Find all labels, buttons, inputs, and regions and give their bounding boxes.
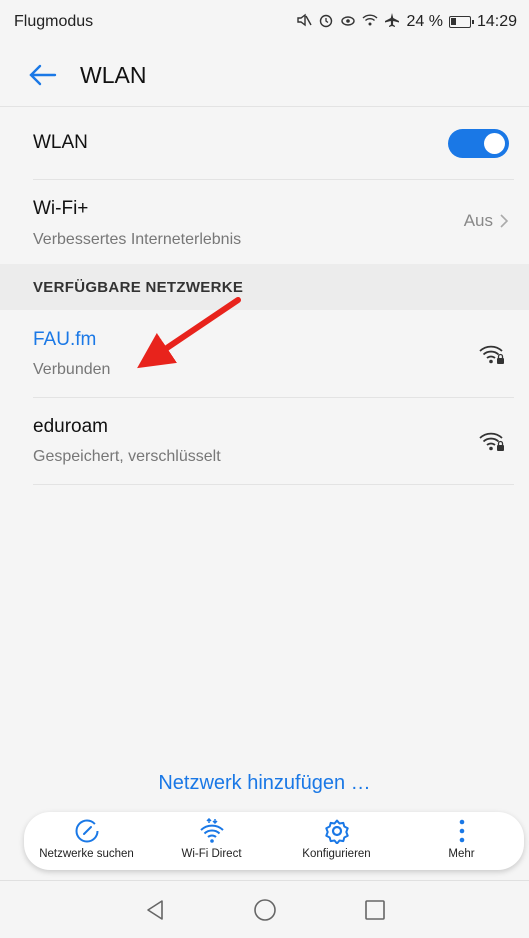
status-bar: Flugmodus 24 % 14:29: [0, 0, 529, 44]
nav-back-icon[interactable]: [100, 881, 210, 938]
toolbar-label: Wi-Fi Direct: [181, 848, 242, 860]
wifi-plus-value-label: Aus: [463, 211, 493, 230]
scan-icon: [75, 819, 98, 843]
arrow-left-icon[interactable]: [12, 44, 72, 106]
wifi-direct-icon: [199, 818, 224, 843]
network-name: eduroam: [33, 416, 108, 437]
battery-percent: 24 %: [406, 13, 443, 30]
toolbar-wifi-direct-button[interactable]: Wi-Fi Direct: [154, 812, 269, 860]
wifi-plus-subtitle: Verbessertes Interneterlebnis: [33, 231, 242, 248]
wifi-plus-row[interactable]: Wi-Fi+ Verbessertes Interneterlebnis Aus: [0, 180, 529, 264]
network-status: Verbunden: [33, 361, 111, 378]
toolbar-more-button[interactable]: Mehr: [404, 812, 519, 860]
status-mode: Flugmodus: [14, 13, 94, 30]
airplane-icon: [384, 12, 400, 32]
toolbar-label: Konfigurieren: [302, 848, 371, 860]
toolbar-label: Mehr: [448, 848, 475, 860]
gear-icon: [324, 819, 349, 844]
toggle-knob: [484, 132, 505, 154]
wlan-label: WLAN: [33, 132, 88, 153]
alarm-icon: [318, 12, 334, 32]
eye-comfort-icon: [340, 12, 356, 32]
wifi-icon: [362, 12, 378, 32]
wlan-toggle-switch[interactable]: [448, 128, 509, 158]
divider: [33, 484, 514, 485]
toolbar-label: Netzwerke suchen: [39, 848, 134, 860]
bottom-toolbar: Netzwerke suchen Wi-Fi Direct Konfigurie…: [24, 812, 524, 870]
chevron-right-icon: [500, 214, 509, 228]
app-bar: WLAN: [0, 44, 529, 106]
nav-recents-icon[interactable]: [320, 881, 430, 938]
network-item-fau[interactable]: FAU.fm Verbunden: [0, 311, 529, 397]
network-status: Gespeichert, verschlüsselt: [33, 448, 221, 465]
wifi-plus-title: Wi-Fi+: [33, 198, 89, 219]
page-title: WLAN: [80, 61, 147, 88]
mute-icon: [296, 12, 313, 32]
network-item-eduroam[interactable]: eduroam Gespeichert, verschlüsselt: [0, 398, 529, 484]
nav-home-icon[interactable]: [210, 881, 320, 938]
wifi-lock-icon: [479, 432, 504, 451]
wifi-plus-value: Aus: [464, 211, 509, 231]
battery-icon: [448, 16, 474, 28]
toolbar-configure-button[interactable]: Konfigurieren: [279, 812, 394, 860]
network-name: FAU.fm: [33, 329, 97, 350]
toolbar-scan-button[interactable]: Netzwerke suchen: [29, 812, 144, 860]
more-vertical-icon: [459, 819, 464, 843]
navigation-bar: [0, 880, 529, 938]
wifi-lock-icon: [479, 345, 504, 364]
status-icons: 24 % 14:29: [296, 12, 517, 32]
status-time: 14:29: [476, 13, 517, 30]
add-network-link[interactable]: Netzwerk hinzufügen …: [0, 772, 529, 795]
wlan-toggle-row[interactable]: WLAN: [0, 107, 529, 179]
section-header: VERFÜGBARE NETZWERKE: [0, 264, 529, 310]
